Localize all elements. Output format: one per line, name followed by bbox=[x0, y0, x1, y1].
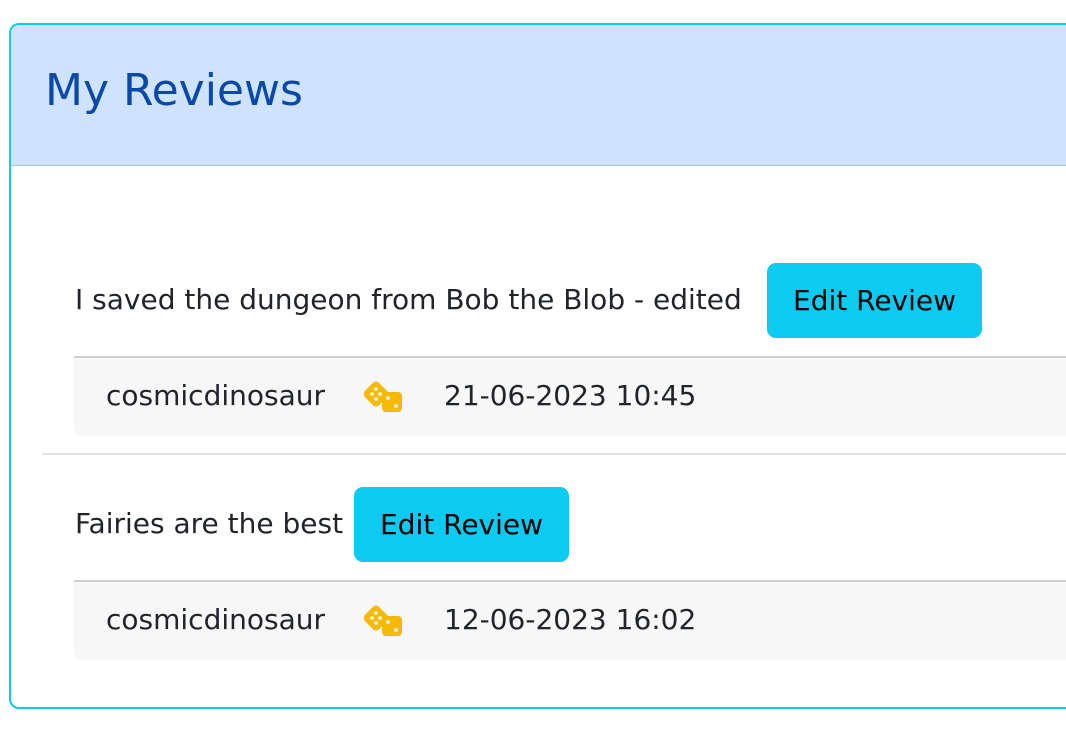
page-title: My Reviews bbox=[45, 65, 303, 116]
review-meta: cosmicdinosaur 21-06-2023 10:45 bbox=[74, 356, 1066, 436]
review-divider bbox=[42, 453, 1066, 455]
reviews-card: My Reviews I saved the dungeon from Bob … bbox=[9, 23, 1066, 709]
edit-review-button[interactable]: Edit Review bbox=[354, 487, 570, 562]
review-username: cosmicdinosaur bbox=[106, 603, 325, 636]
review-text: Fairies are the best bbox=[75, 507, 344, 540]
dice-icon bbox=[364, 605, 402, 636]
card-header: My Reviews bbox=[11, 25, 1066, 166]
review-text: I saved the dungeon from Bob the Blob - … bbox=[75, 283, 742, 316]
review-timestamp: 12-06-2023 16:02 bbox=[444, 603, 697, 636]
review-username: cosmicdinosaur bbox=[106, 379, 325, 412]
review-meta: cosmicdinosaur 12-06-2023 16:02 bbox=[74, 580, 1066, 660]
dice-icon bbox=[364, 381, 402, 412]
review-timestamp: 21-06-2023 10:45 bbox=[444, 379, 697, 412]
edit-review-button[interactable]: Edit Review bbox=[767, 263, 983, 338]
